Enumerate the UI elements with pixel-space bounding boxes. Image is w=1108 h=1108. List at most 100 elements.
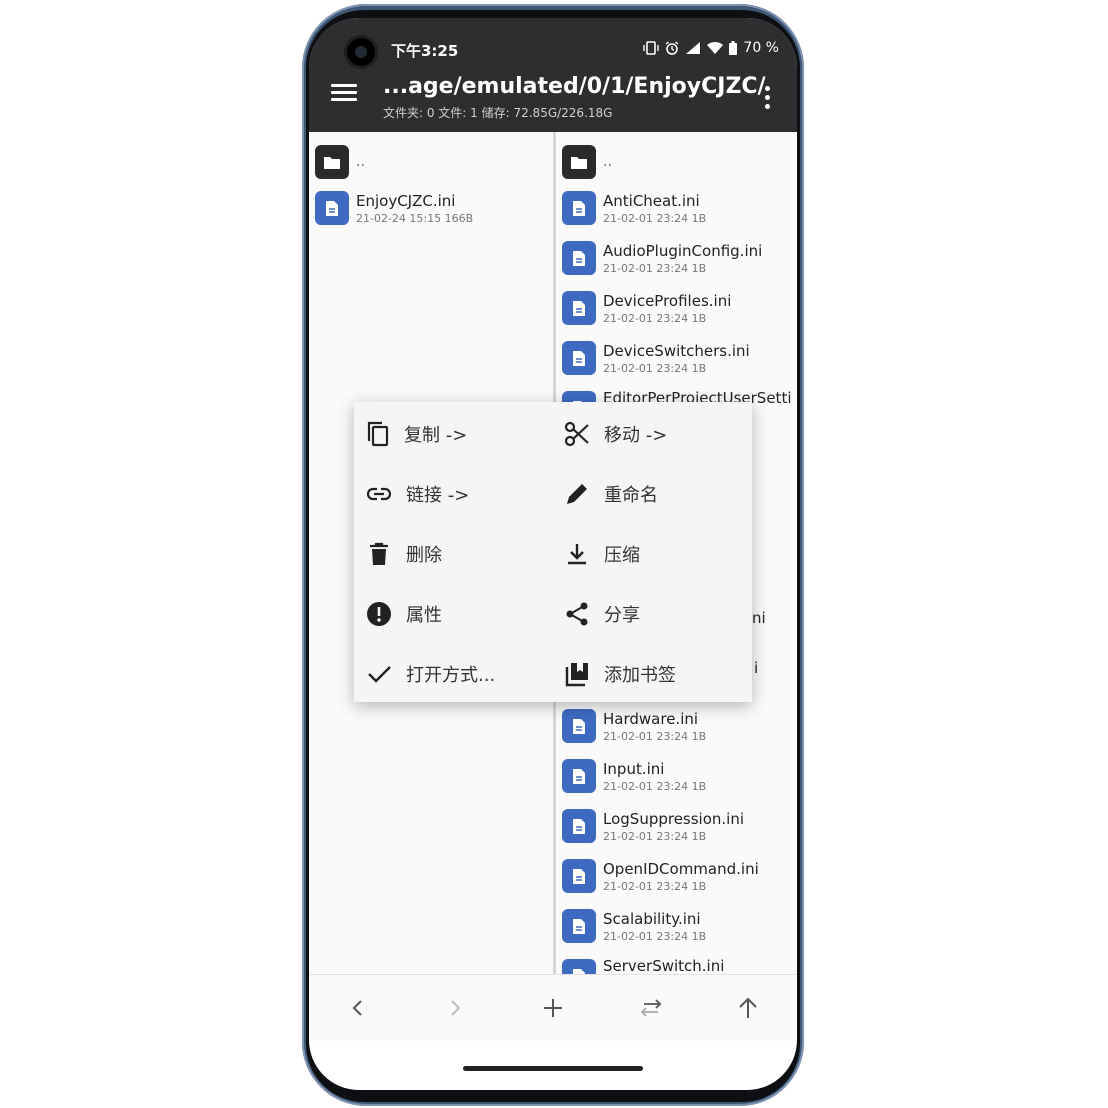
info-alert-icon	[367, 602, 391, 626]
file-item[interactable]: AudioPluginConfig.ini 21-02-01 23:24 1B	[562, 234, 762, 282]
share-icon	[566, 602, 588, 626]
file-item[interactable]: Hardware.ini 21-02-01 23:24 1B	[562, 702, 706, 750]
menu-item-move[interactable]: 移动 ->	[564, 404, 667, 464]
signal-icon	[686, 42, 701, 54]
file-meta: 21-02-01 23:24 1B	[603, 361, 707, 375]
hamburger-icon[interactable]	[331, 84, 357, 102]
file-name: AudioPluginConfig.ini	[603, 241, 763, 260]
file-name: LogSuppression.ini	[603, 809, 745, 828]
menu-item-label: 链接 ->	[406, 485, 470, 506]
plus-icon[interactable]	[536, 991, 570, 1025]
file-name: DeviceProfiles.ini	[603, 291, 732, 310]
file-icon	[562, 909, 596, 943]
partial-file-name: i	[754, 659, 759, 677]
file-meta: 21-02-24 15:15 166B	[356, 211, 474, 225]
file-meta: 21-02-01 23:24 1B	[603, 729, 707, 743]
menu-item-label: 复制 ->	[404, 425, 468, 446]
bottom-nav-bar	[309, 974, 797, 1041]
bookmark-icon	[565, 663, 588, 687]
front-camera	[347, 38, 375, 66]
file-icon	[562, 759, 596, 793]
file-meta: 21-02-01 23:24 1B	[603, 829, 707, 843]
pencil-icon	[567, 484, 587, 504]
menu-item-label: 分享	[604, 605, 640, 626]
menu-item-open-with[interactable]: 打开方式...	[366, 644, 495, 704]
file-name: EnjoyCJZC.ini	[356, 191, 456, 210]
file-name: AntiCheat.ini	[603, 191, 700, 210]
context-menu: 复制 -> 移动 -> 链接 -> 重命名 删除 压缩 属性 分享 打开方式..…	[354, 402, 752, 702]
file-name: Scalability.ini	[603, 909, 701, 928]
file-item[interactable]: Scalability.ini 21-02-01 23:24 1B	[562, 902, 706, 950]
app-toolbar: 下午3:25 70 % ...age/emulated/0/1/EnjoyCJZ…	[309, 18, 797, 132]
file-item[interactable]: LogSuppression.ini 21-02-01 23:24 1B	[562, 802, 744, 850]
file-icon	[562, 709, 596, 743]
file-icon	[562, 809, 596, 843]
file-name: Input.ini	[603, 759, 665, 778]
file-item[interactable]: DeviceProfiles.ini 21-02-01 23:24 1B	[562, 284, 731, 332]
file-item[interactable]: DeviceSwitchers.ini 21-02-01 23:24 1B	[562, 334, 750, 382]
menu-item-label: 打开方式...	[406, 665, 496, 686]
file-icon	[562, 341, 596, 375]
kebab-icon[interactable]	[765, 86, 771, 113]
file-name: ServerSwitch.ini	[603, 957, 725, 974]
link-icon	[366, 487, 392, 501]
menu-item-properties[interactable]: 属性	[366, 584, 442, 644]
menu-item-label: 压缩	[604, 545, 640, 566]
file-icon	[562, 859, 596, 893]
file-icon	[562, 191, 596, 225]
folder-icon	[562, 145, 596, 179]
parent-dir-label: ..	[356, 154, 365, 170]
current-path: ...age/emulated/0/1/EnjoyCJZC/	[383, 74, 766, 99]
menu-item-compress[interactable]: 压缩	[564, 524, 640, 584]
file-item[interactable]: EnjoyCJZC.ini 21-02-24 15:15 166B	[315, 184, 473, 232]
parent-dir-label: ..	[603, 154, 612, 170]
file-meta: 21-02-01 23:24 1B	[603, 779, 707, 793]
file-meta: 21-02-01 23:24 1B	[603, 929, 707, 943]
file-icon	[315, 191, 349, 225]
menu-item-link[interactable]: 链接 ->	[366, 464, 469, 524]
file-item[interactable]: AntiCheat.ini 21-02-01 23:24 1B	[562, 184, 706, 232]
download-icon	[568, 544, 586, 565]
file-name: Hardware.ini	[603, 709, 699, 728]
menu-item-label: 重命名	[604, 485, 658, 506]
file-item[interactable]: ServerSwitch.ini	[562, 952, 724, 974]
file-meta: 21-02-01 23:24 1B	[603, 211, 707, 225]
file-item[interactable]: OpenIDCommand.ini 21-02-01 23:24 1B	[562, 852, 759, 900]
menu-item-label: 属性	[406, 605, 442, 626]
chevron-right-icon[interactable]	[438, 991, 472, 1025]
parent-dir-item[interactable]: ..	[562, 138, 612, 186]
battery-icon	[729, 41, 738, 55]
partial-file-name: ni	[752, 609, 766, 627]
file-item[interactable]: Input.ini 21-02-01 23:24 1B	[562, 752, 706, 800]
swap-icon[interactable]	[634, 991, 668, 1025]
folder-icon	[315, 145, 349, 179]
alarm-icon	[665, 41, 679, 55]
parent-dir-item[interactable]: ..	[315, 138, 365, 186]
arrow-up-icon[interactable]	[731, 991, 765, 1025]
menu-item-rename[interactable]: 重命名	[564, 464, 658, 524]
menu-item-delete[interactable]: 删除	[366, 524, 442, 584]
battery-percent: 70 %	[743, 40, 779, 56]
menu-item-share[interactable]: 分享	[564, 584, 640, 644]
status-icons: 70 %	[643, 40, 779, 56]
home-indicator[interactable]	[463, 1066, 643, 1071]
file-meta: 21-02-01 23:24 1B	[603, 879, 707, 893]
storage-stats: 文件夹: 0 文件: 1 储存: 72.85G/226.18G	[383, 106, 613, 120]
file-icon	[562, 291, 596, 325]
menu-item-label: 移动 ->	[604, 425, 668, 446]
menu-item-bookmark[interactable]: 添加书签	[564, 644, 676, 704]
chevron-left-icon[interactable]	[341, 991, 375, 1025]
file-icon	[562, 959, 596, 974]
scissors-icon	[564, 421, 589, 447]
check-icon	[368, 666, 391, 683]
menu-item-label: 删除	[406, 545, 442, 566]
vibrate-icon	[643, 41, 660, 55]
wifi-icon	[707, 41, 724, 54]
file-name: OpenIDCommand.ini	[603, 859, 759, 878]
menu-item-copy[interactable]: 复制 ->	[366, 404, 467, 464]
file-meta: 21-02-01 23:24 1B	[603, 261, 707, 275]
menu-item-label: 添加书签	[604, 665, 676, 686]
status-time: 下午3:25	[391, 42, 459, 60]
trash-icon	[370, 542, 388, 565]
file-name: DeviceSwitchers.ini	[603, 341, 750, 360]
